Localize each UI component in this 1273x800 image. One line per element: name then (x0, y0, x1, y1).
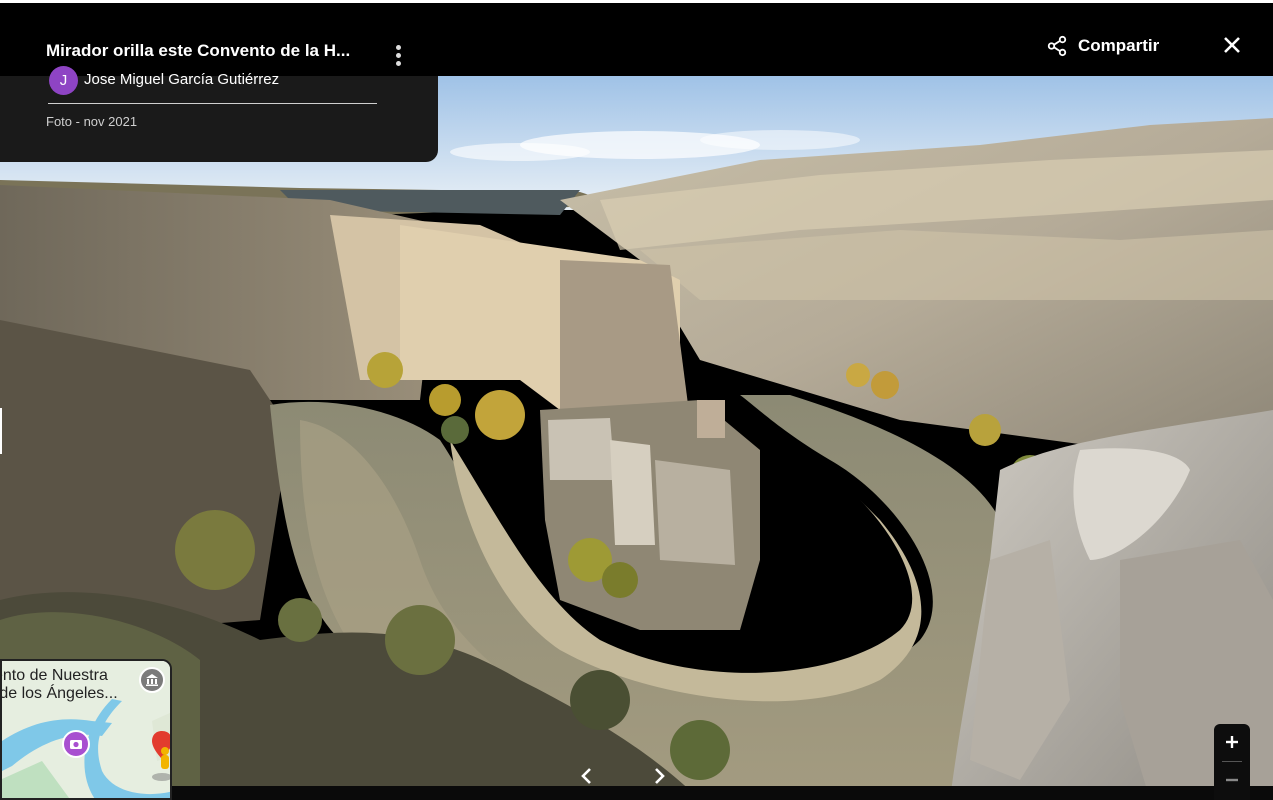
zoom-out-button[interactable] (1214, 762, 1250, 798)
next-photo-button[interactable] (638, 757, 680, 795)
more-vert-icon-dot (395, 60, 401, 66)
share-button[interactable]: Compartir (1046, 31, 1159, 61)
minimap-label-line2: a de los Ángeles... (2, 685, 118, 702)
photo-viewer[interactable]: Mirador orilla este Convento de la H... … (0, 0, 1273, 800)
minus-icon (1226, 778, 1238, 782)
photo-date: Foto - nov 2021 (46, 114, 138, 129)
minimap-label-line1: vento de Nuestra (2, 667, 108, 684)
divider (48, 103, 377, 104)
viewer-header: Mirador orilla este Convento de la H... … (0, 0, 1273, 76)
avatar[interactable]: J (49, 66, 78, 95)
plus-icon (1226, 736, 1238, 748)
minimap[interactable]: vento de Nuestra a de los Ángeles... (0, 659, 172, 800)
author-name[interactable]: Jose Miguel García Gutiérrez (84, 71, 279, 88)
bottom-strip (172, 786, 1273, 800)
zoom-in-button[interactable] (1214, 724, 1250, 760)
pegman-icon[interactable] (150, 729, 172, 785)
share-label: Compartir (1078, 36, 1160, 55)
chevron-left-icon (581, 768, 591, 784)
museum-icon[interactable] (139, 667, 165, 693)
photo-info-panel: J Jose Miguel García Gutiérrez Foto - no… (0, 66, 438, 162)
minimap-place-label: vento de Nuestra a de los Ángeles... (2, 667, 137, 703)
left-panel-handle[interactable] (0, 408, 2, 454)
camera-icon[interactable] (62, 730, 90, 758)
photo-title: Mirador orilla este Convento de la H... (46, 41, 351, 60)
prev-photo-button[interactable] (566, 757, 608, 795)
more-vert-icon (395, 44, 401, 50)
share-icon (1047, 35, 1067, 57)
more-vert-icon-dot (395, 52, 401, 58)
chevron-right-icon (655, 768, 665, 784)
zoom-controls (1214, 724, 1250, 800)
close-icon[interactable] (1218, 31, 1246, 59)
more-options-button[interactable] (386, 41, 410, 69)
